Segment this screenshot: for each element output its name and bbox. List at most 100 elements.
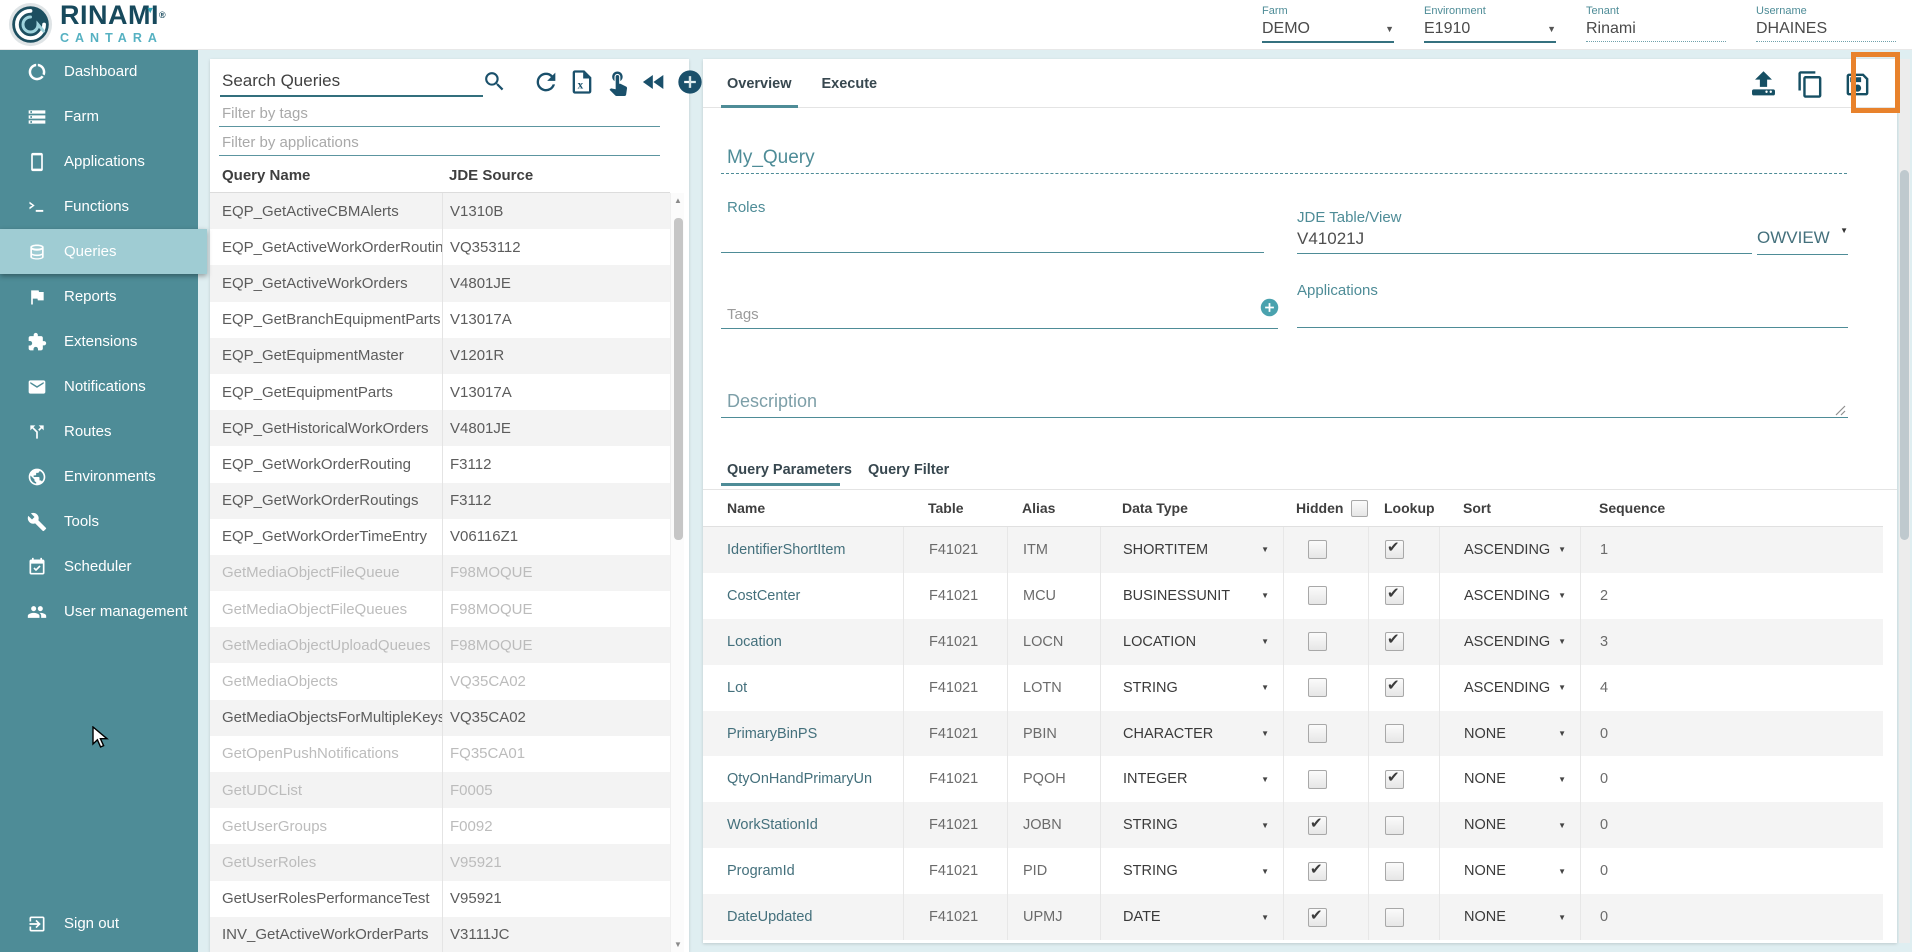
sort-select[interactable]: NONE▼ [1439,711,1580,757]
query-row[interactable]: EQP_GetActiveCBMAlertsV1310B [210,193,670,229]
sidebar-item-farm[interactable]: Farm [0,94,198,139]
sidebar-item-reports[interactable]: Reports [0,274,198,319]
query-row[interactable]: EQP_GetBranchEquipmentPartsV13017A [210,302,670,338]
hidden-checkbox[interactable] [1308,862,1327,881]
scroll-down-icon[interactable]: ▼ [671,940,685,949]
roles-input[interactable] [721,221,1264,253]
editor-scrollbar-thumb[interactable] [1900,170,1909,540]
query-row[interactable]: GetMediaObjectFileQueuesF98MOQUE [210,591,670,627]
query-row[interactable]: GetMediaObjectsVQ35CA02 [210,663,670,699]
query-row[interactable]: GetUDCListF0005 [210,772,670,808]
query-row[interactable]: EQP_GetEquipmentMasterV1201R [210,338,670,374]
query-name-field[interactable]: My_Query [727,147,815,169]
tags-input[interactable] [721,301,1278,329]
add-tag-icon[interactable] [1259,297,1280,318]
lookup-checkbox[interactable] [1385,816,1404,835]
sidebar-item-user-management[interactable]: User management [0,589,198,634]
tab-execute[interactable]: Execute [816,59,884,108]
application-filter-input[interactable] [219,130,660,156]
query-row[interactable]: EQP_GetActiveWorkOrdersV4801JE [210,265,670,301]
sidebar-item-dashboard[interactable]: Dashboard [0,49,198,94]
sidebar-item-functions[interactable]: Functions [0,184,198,229]
datatype-select[interactable]: DATE▼ [1100,894,1283,940]
lookup-checkbox[interactable] [1385,586,1404,605]
hidden-checkbox[interactable] [1308,586,1327,605]
scroll-up-icon[interactable]: ▲ [671,196,685,205]
sidebar-item-sign-out[interactable]: Sign out [0,901,198,946]
search-input[interactable] [220,67,483,97]
view-type-select[interactable]: OWVIEW ▼ [1757,228,1848,255]
sidebar-item-scheduler[interactable]: Scheduler [0,544,198,589]
sidebar-item-routes[interactable]: Routes [0,409,198,454]
query-row[interactable]: GetUserRolesV95921 [210,844,670,880]
datatype-select[interactable]: LOCATION▼ [1100,619,1283,665]
datatype-select[interactable]: STRING▼ [1100,665,1283,711]
query-row[interactable]: INV_GetActiveWorkOrderPartsV3111JC [210,917,670,952]
sort-select[interactable]: NONE▼ [1439,894,1580,940]
hidden-checkbox[interactable] [1308,724,1327,743]
datatype-select[interactable]: SHORTITEM▼ [1100,527,1283,573]
editor-scrollbar[interactable] [1899,59,1910,943]
datatype-select[interactable]: STRING▼ [1100,802,1283,848]
subtab-query-parameters[interactable]: Query Parameters [727,462,852,478]
excel-export-icon[interactable]: x [567,67,597,97]
sort-select[interactable]: ASCENDING▼ [1439,527,1580,573]
header-field-value-tenant[interactable]: Rinami [1586,20,1726,42]
resize-handle-icon[interactable] [1835,403,1846,421]
select-hand-icon[interactable] [603,67,633,97]
sort-select[interactable]: ASCENDING▼ [1439,619,1580,665]
header-field-value-farm[interactable]: DEMO▼ [1262,20,1394,43]
hidden-checkbox[interactable] [1308,632,1327,651]
search-icon[interactable] [482,69,507,94]
lookup-checkbox[interactable] [1385,862,1404,881]
sidebar-item-environments[interactable]: Environments [0,454,198,499]
add-query-icon[interactable] [675,67,705,97]
hidden-all-checkbox[interactable] [1351,500,1368,517]
lookup-checkbox[interactable] [1385,678,1404,697]
datatype-select[interactable]: BUSINESSUNIT▼ [1100,573,1283,619]
query-row[interactable]: GetMediaObjectFileQueueF98MOQUE [210,555,670,591]
query-row[interactable]: EQP_GetWorkOrderTimeEntryV06116Z1 [210,519,670,555]
lookup-checkbox[interactable] [1385,632,1404,651]
sidebar-item-applications[interactable]: Applications [0,139,198,184]
lookup-checkbox[interactable] [1385,908,1404,927]
datatype-select[interactable]: CHARACTER▼ [1100,711,1283,757]
tag-filter-input[interactable] [219,101,660,127]
refresh-icon[interactable] [531,67,561,97]
query-list-scrollbar[interactable]: ▲ ▼ [670,193,684,952]
subtab-query-filter[interactable]: Query Filter [868,462,949,478]
description-input[interactable] [721,385,1848,418]
query-row[interactable]: GetMediaObjectUploadQueuesF98MOQUE [210,627,670,663]
header-field-value-environment[interactable]: E1910▼ [1424,20,1556,43]
sort-select[interactable]: ASCENDING▼ [1439,665,1580,711]
query-row[interactable]: EQP_GetWorkOrderRoutingF3112 [210,446,670,482]
scrollbar-thumb[interactable] [674,218,683,540]
tab-overview[interactable]: Overview [721,59,798,108]
hidden-checkbox[interactable] [1308,908,1327,927]
sort-select[interactable]: ASCENDING▼ [1439,573,1580,619]
sort-select[interactable]: NONE▼ [1439,756,1580,802]
datatype-select[interactable]: STRING▼ [1100,848,1283,894]
upload-button[interactable] [1747,68,1779,100]
sidebar-item-notifications[interactable]: Notifications [0,364,198,409]
query-row[interactable]: EQP_GetHistoricalWorkOrdersV4801JE [210,410,670,446]
applications-input[interactable] [1297,299,1848,328]
hidden-checkbox[interactable] [1308,770,1327,789]
duplicate-button[interactable] [1794,68,1826,100]
header-field-value-username[interactable]: DHAINES [1756,20,1896,42]
hidden-checkbox[interactable] [1308,540,1327,559]
sidebar-item-queries[interactable]: Queries [0,229,207,274]
sidebar-item-tools[interactable]: Tools [0,499,198,544]
sort-select[interactable]: NONE▼ [1439,802,1580,848]
query-row[interactable]: EQP_GetActiveWorkOrderRoutingsVQ353112 [210,229,670,265]
query-row[interactable]: GetUserGroupsF0092 [210,808,670,844]
jde-table-input[interactable] [1297,225,1752,254]
lookup-checkbox[interactable] [1385,724,1404,743]
rewind-icon[interactable] [639,67,669,97]
hidden-checkbox[interactable] [1308,816,1327,835]
query-row[interactable]: GetOpenPushNotificationsFQ35CA01 [210,736,670,772]
sidebar-item-extensions[interactable]: Extensions [0,319,198,364]
query-row[interactable]: GetUserRolesPerformanceTestV95921 [210,881,670,917]
query-row[interactable]: EQP_GetEquipmentPartsV13017A [210,374,670,410]
datatype-select[interactable]: INTEGER▼ [1100,756,1283,802]
